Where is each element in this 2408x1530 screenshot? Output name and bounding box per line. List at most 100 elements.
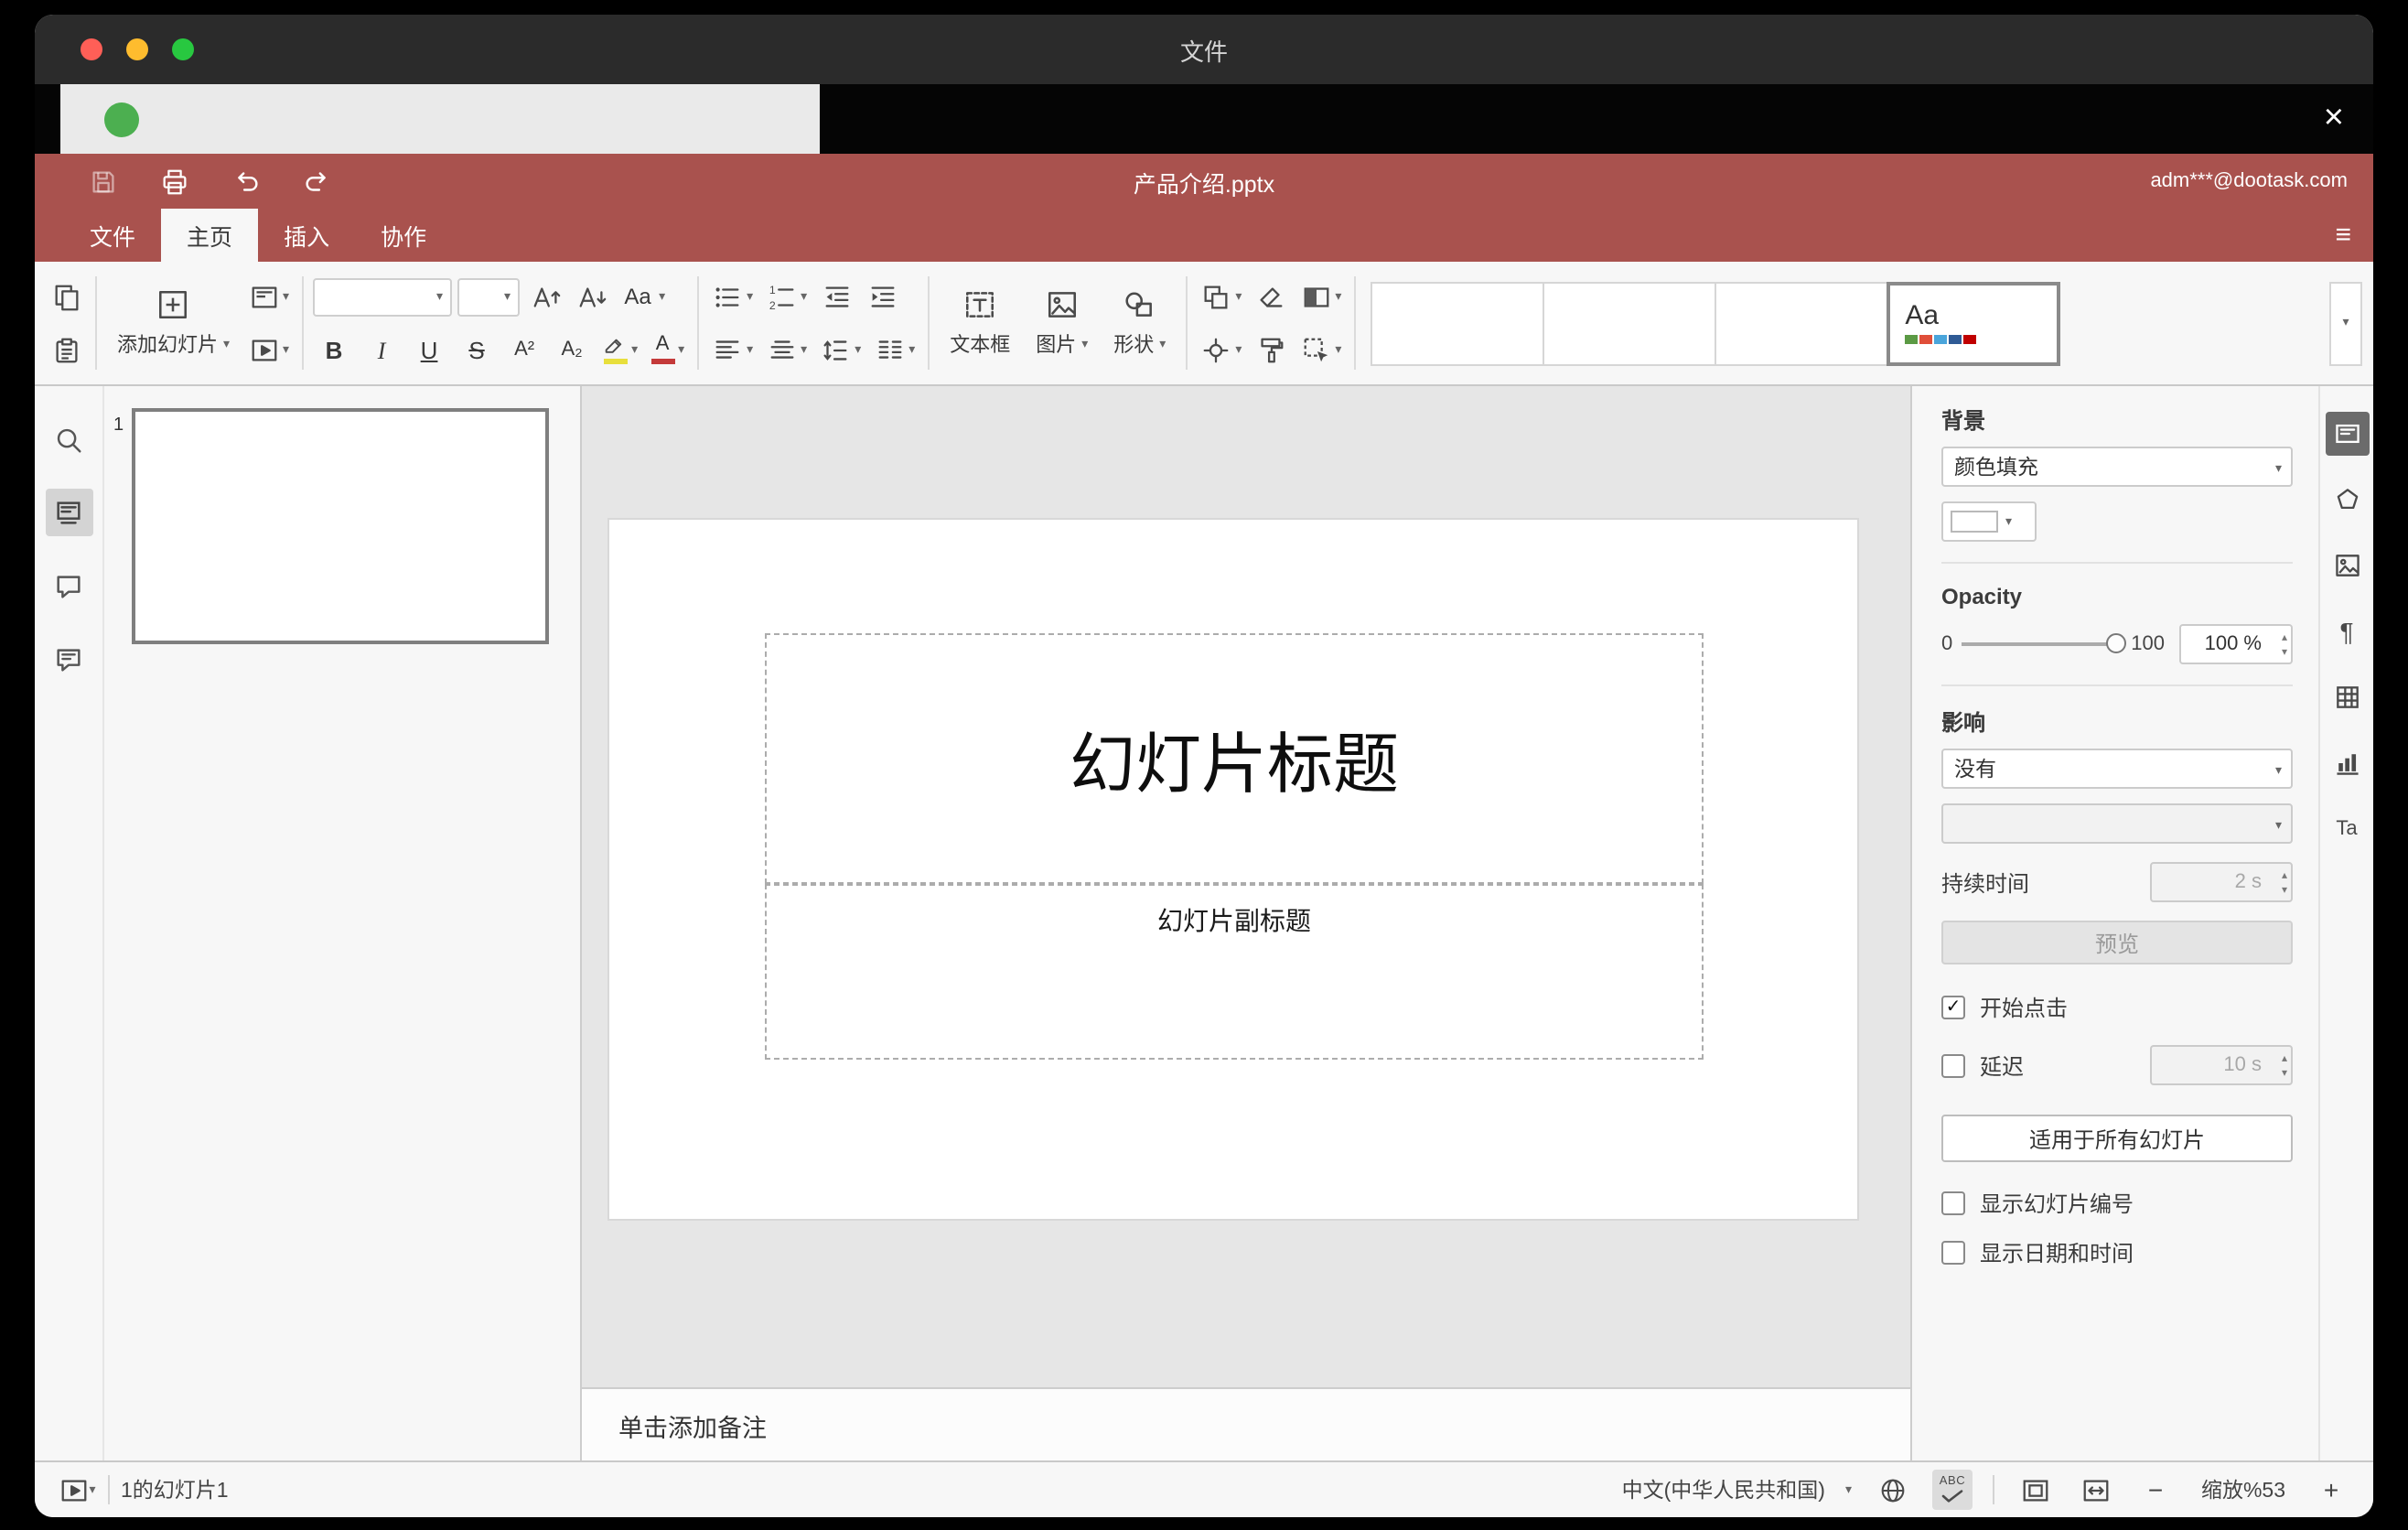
theme-tile[interactable] <box>1715 281 1889 365</box>
textart-settings-button[interactable]: Ta <box>2325 807 2369 851</box>
menu-icon[interactable]: ≡ <box>2335 209 2351 262</box>
show-date-time-checkbox[interactable] <box>1941 1241 1965 1265</box>
subscript-button[interactable]: A₂ <box>551 328 593 372</box>
chevron-down-icon: ▾ <box>855 343 862 356</box>
theme-tile[interactable] <box>1371 281 1545 365</box>
font-size-select[interactable]: ▾ <box>457 277 521 316</box>
slides-panel-button[interactable] <box>45 489 92 536</box>
paragraph-settings-button[interactable]: ¶ <box>2325 609 2369 653</box>
eraser-icon <box>1255 281 1286 312</box>
tab-insert[interactable]: 插入 <box>258 209 355 262</box>
strikethrough-button[interactable]: S <box>456 328 498 372</box>
transition-effect-select[interactable]: 没有 ▾ <box>1941 749 2293 789</box>
title-placeholder[interactable]: 幻灯片标题 <box>765 633 1704 884</box>
insert-textbox-button[interactable]: 文本框 <box>939 284 1021 362</box>
copy-icon <box>50 281 81 312</box>
slide-thumbnail-1[interactable] <box>132 408 549 644</box>
start-preview-button[interactable]: ▾ <box>244 328 293 372</box>
bold-button[interactable]: B <box>313 328 355 372</box>
copy-style-button[interactable] <box>1251 328 1291 372</box>
align-shape-button[interactable]: ▾ <box>1197 328 1245 372</box>
tab-collaboration[interactable]: 协作 <box>355 209 452 262</box>
slide-size-button[interactable]: ▾ <box>1296 275 1345 318</box>
search-button[interactable] <box>45 415 92 463</box>
decrease-font-size-button[interactable] <box>571 275 611 318</box>
superscript-button[interactable]: A² <box>503 328 545 372</box>
insert-shape-button[interactable]: 形状 ▾ <box>1102 284 1177 362</box>
start-on-click-checkbox[interactable]: ✓ <box>1941 996 1965 1019</box>
duration-value: 2 s <box>2234 871 2262 893</box>
slide-layout-button[interactable]: ▾ <box>244 275 293 318</box>
opacity-input[interactable]: 100 % ▴ ▾ <box>2179 624 2293 664</box>
spinner-arrows[interactable]: ▴ ▾ <box>2282 630 2287 659</box>
insert-image-button[interactable]: 图片 ▾ <box>1025 284 1099 362</box>
close-icon[interactable]: × <box>2324 97 2344 141</box>
columns-button[interactable]: ▾ <box>870 328 919 372</box>
theme-preview-label: Aa <box>1905 300 1940 331</box>
line-spacing-button[interactable]: ▾ <box>816 328 865 372</box>
chevron-down-icon: ▾ <box>223 338 231 350</box>
paste-button[interactable] <box>46 328 86 372</box>
opacity-row: 0 100 100 % ▴ ▾ <box>1941 624 2293 664</box>
notes-area[interactable]: 单击添加备注 <box>582 1387 1910 1460</box>
spin-down-icon[interactable]: ▾ <box>2282 644 2287 659</box>
opacity-slider-knob[interactable] <box>2105 633 2126 653</box>
select-tool-button[interactable]: ▾ <box>1296 328 1345 372</box>
font-color-button[interactable]: A ▾ <box>647 328 688 372</box>
highlight-icon <box>602 335 628 364</box>
add-slide-button[interactable]: 添加幻灯片 ▾ <box>106 284 241 362</box>
theme-gallery-expand-button[interactable]: ▾ <box>2329 281 2362 365</box>
table-settings-button[interactable] <box>2325 675 2369 719</box>
chart-settings-button[interactable] <box>2325 741 2369 785</box>
apply-to-all-slides-button[interactable]: 适用于所有幻灯片 <box>1941 1115 2293 1162</box>
font-name-select[interactable]: ▾ <box>313 277 453 316</box>
zoom-in-button[interactable]: + <box>2311 1470 2351 1510</box>
decrease-indent-button[interactable] <box>816 275 856 318</box>
chevron-down-icon: ▾ <box>1335 290 1342 303</box>
language-selector[interactable]: 中文(中华人民共和国) <box>1622 1475 1825 1504</box>
spin-up-icon[interactable]: ▴ <box>2282 630 2287 644</box>
show-slide-number-checkbox[interactable] <box>1941 1191 1965 1215</box>
save-button[interactable] <box>82 161 123 201</box>
numbering-button[interactable]: 1 2 ▾ <box>762 275 811 318</box>
undo-button[interactable] <box>225 161 265 201</box>
document-language-button[interactable] <box>1872 1470 1912 1510</box>
slide[interactable]: 幻灯片标题 幻灯片副标题 <box>607 518 1859 1221</box>
vertical-align-button[interactable]: ▾ <box>762 328 811 372</box>
arrange-shape-button[interactable]: ▾ <box>1197 275 1245 318</box>
chat-panel-button[interactable] <box>45 635 92 683</box>
delay-checkbox[interactable] <box>1941 1053 1965 1077</box>
theme-tile[interactable] <box>1543 281 1717 365</box>
comments-panel-button[interactable] <box>45 562 92 609</box>
theme-tile-selected[interactable]: Aa <box>1887 281 2061 365</box>
redo-button[interactable] <box>296 161 337 201</box>
opacity-slider[interactable] <box>1962 633 2126 653</box>
zoom-out-button[interactable]: − <box>2135 1470 2176 1510</box>
underline-button[interactable]: U <box>408 328 450 372</box>
slide-settings-button[interactable] <box>2325 412 2369 456</box>
background-color-select[interactable]: ▾ <box>1941 501 2037 542</box>
print-button[interactable] <box>154 161 194 201</box>
modal-header-strip: × <box>35 84 2373 154</box>
increase-font-size-button[interactable] <box>525 275 565 318</box>
numbering-icon: 12 <box>766 281 797 312</box>
highlight-color-button[interactable]: ▾ <box>598 328 641 372</box>
background-fill-select[interactable]: 颜色填充 ▾ <box>1941 447 2293 487</box>
tab-file[interactable]: 文件 <box>64 209 161 262</box>
subtitle-placeholder[interactable]: 幻灯片副标题 <box>765 884 1704 1060</box>
increase-indent-button[interactable] <box>862 275 902 318</box>
change-case-button[interactable]: Aa ▾ <box>617 275 669 318</box>
clear-style-button[interactable] <box>1251 275 1291 318</box>
copy-button[interactable] <box>46 275 86 318</box>
bullets-button[interactable]: ▾ <box>708 275 757 318</box>
fit-to-slide-button[interactable] <box>2015 1470 2055 1510</box>
duration-input: 2 s ▴ ▾ <box>2150 862 2293 902</box>
shape-settings-button[interactable] <box>2325 478 2369 522</box>
image-settings-button[interactable] <box>2325 544 2369 587</box>
horizontal-align-button[interactable]: ▾ <box>708 328 757 372</box>
fit-to-width-button[interactable] <box>2075 1470 2115 1510</box>
italic-button[interactable]: I <box>360 328 403 372</box>
tab-home[interactable]: 主页 <box>161 209 259 262</box>
spellcheck-button[interactable]: ABC <box>1932 1470 1973 1510</box>
start-slideshow-button[interactable]: ▾ <box>57 1470 97 1510</box>
